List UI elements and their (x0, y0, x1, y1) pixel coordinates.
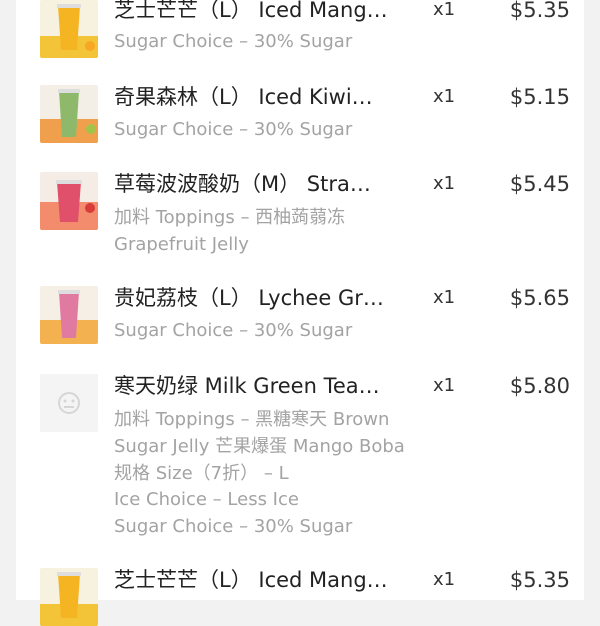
mango-drink-icon (40, 0, 98, 58)
item-option: 加料 Toppings – 黑糖寒天 Brown (114, 409, 390, 430)
item-option: Grapefruit Jelly (114, 234, 249, 255)
item-price: $5.80 (509, 374, 570, 398)
order-items-card: 芝士芒芒（L） Iced Mang… x1 $5.35 Sugar Choice… (16, 0, 584, 626)
item-name: 贵妃荔枝（L） Lychee Gr… (114, 286, 384, 310)
placeholder-image-icon (40, 374, 98, 432)
item-quantity: x1 (433, 287, 456, 308)
item-option: Sugar Choice – 30% Sugar (114, 31, 353, 52)
item-option: Ice Choice – Less Ice (114, 489, 299, 510)
item-name: 草莓波波酸奶（M） Stra… (114, 172, 371, 196)
item-option: 加料 Toppings – 西柚蒟蒻冻 (114, 207, 346, 228)
item-quantity: x1 (433, 173, 456, 194)
item-price: $5.15 (509, 85, 570, 109)
item-option: Sugar Jelly 芒果爆蛋 Mango Boba (114, 436, 405, 457)
lychee-drink-icon (40, 286, 98, 344)
item-name: 寒天奶绿 Milk Green Tea… (114, 374, 380, 398)
item-option: Sugar Choice – 30% Sugar (114, 516, 353, 537)
item-name: 芝士芒芒（L） Iced Mang… (114, 0, 388, 22)
item-option: 规格 Size（7折） – L (114, 463, 289, 484)
strawberry-drink-icon (40, 172, 98, 230)
item-price: $5.65 (509, 286, 570, 310)
mango-drink-icon (40, 568, 98, 626)
item-quantity: x1 (433, 86, 456, 107)
item-name: 奇果森林（L） Iced Kiwi… (114, 85, 373, 109)
item-price: $5.35 (509, 568, 570, 592)
item-quantity: x1 (433, 375, 456, 396)
item-quantity: x1 (433, 0, 456, 20)
kiwi-drink-icon (40, 85, 98, 143)
item-price: $5.35 (509, 0, 570, 22)
item-name: 芝士芒芒（L） Iced Mang… (114, 568, 388, 592)
item-quantity: x1 (433, 569, 456, 590)
item-option: Sugar Choice – 30% Sugar (114, 119, 353, 140)
item-option: Sugar Choice – 30% Sugar (114, 320, 353, 341)
item-price: $5.45 (509, 172, 570, 196)
